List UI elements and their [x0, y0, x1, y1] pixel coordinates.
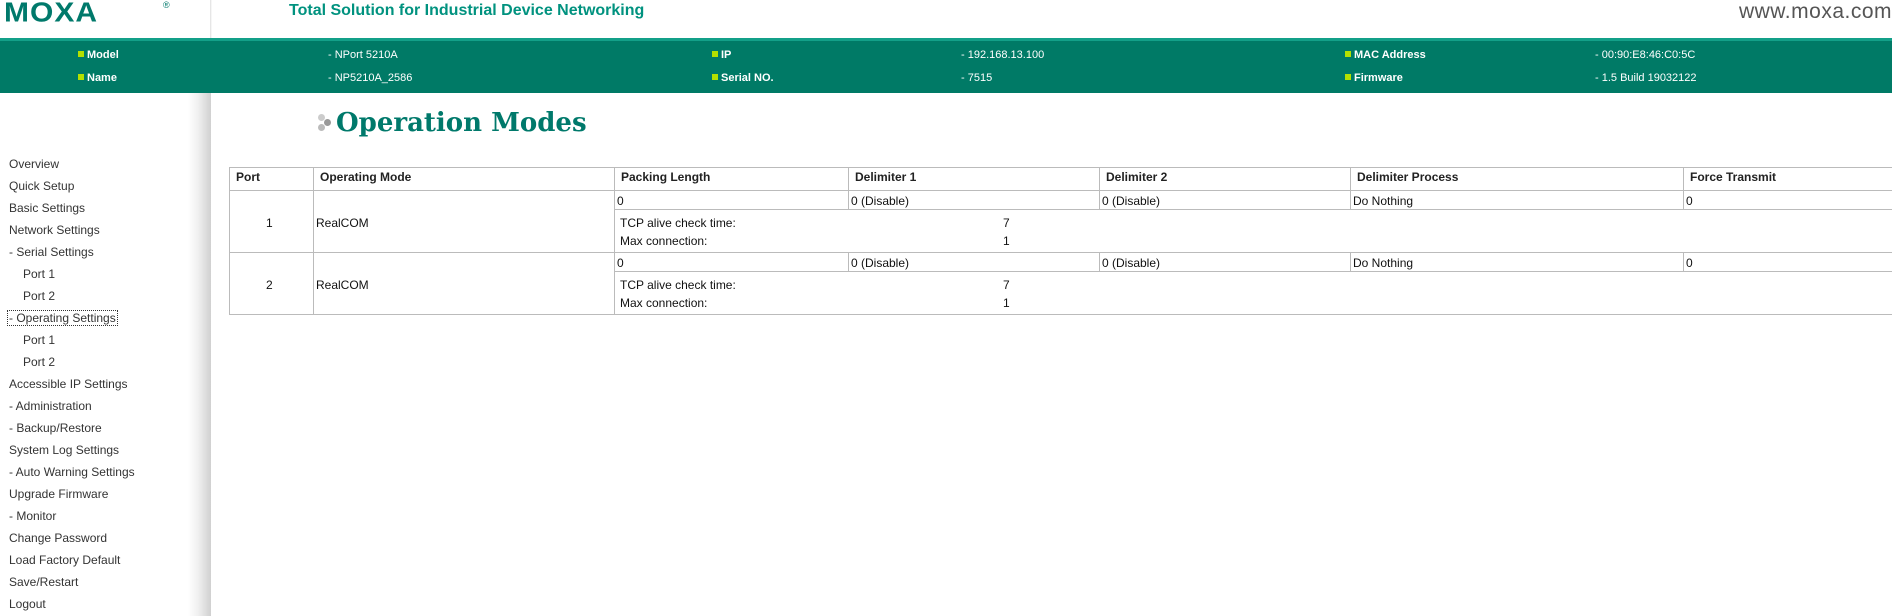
nav-quick-setup[interactable]: Quick Setup [9, 179, 74, 193]
delimiter-1: 0 (Disable) [851, 256, 910, 270]
force-transmit: 0 [1686, 256, 1693, 270]
tcp-alive-value: 7 [1003, 278, 1010, 292]
serial-value: - 7515 [961, 72, 993, 84]
name-label: Name [78, 72, 117, 84]
firmware-label: Firmware [1345, 72, 1403, 84]
header-divider [210, 0, 212, 38]
tcp-alive-label: TCP alive check time: [620, 278, 736, 292]
nav-operating-settings[interactable]: - Operating Settings [7, 310, 118, 326]
serial-label: Serial NO. [712, 72, 774, 84]
max-connection-label: Max connection: [620, 296, 708, 310]
max-connection-label: Max connection: [620, 234, 708, 248]
table-rule [848, 167, 849, 209]
col-header-delimiter-process: Delimiter Process [1357, 170, 1459, 184]
col-header-delimiter-2: Delimiter 2 [1106, 170, 1168, 184]
table-rule [1683, 252, 1684, 271]
site-url-link[interactable]: www.moxa.com [1739, 0, 1892, 24]
nav-backup-restore[interactable]: - Backup/Restore [9, 421, 102, 435]
nav-operating-port-2[interactable]: Port 2 [23, 355, 55, 369]
table-rule [1099, 167, 1100, 209]
model-value: - NPort 5210A [328, 49, 398, 61]
delimiter-1: 0 (Disable) [851, 194, 910, 208]
name-value: - NP5210A_2586 [328, 72, 413, 84]
packing-length: 0 [617, 256, 624, 270]
tcp-alive-value: 7 [1003, 216, 1010, 230]
force-transmit: 0 [1686, 194, 1693, 208]
port-number: 1 [266, 216, 273, 230]
port-number: 2 [266, 278, 273, 292]
nav-serial-port-2[interactable]: Port 2 [23, 289, 55, 303]
nav-system-log[interactable]: System Log Settings [9, 443, 119, 457]
mac-value: - 00:90:E8:46:C0:5C [1595, 49, 1696, 61]
operating-mode-link[interactable]: RealCOM [316, 278, 369, 292]
nav-monitor[interactable]: - Monitor [9, 509, 56, 523]
nav-administration[interactable]: - Administration [9, 399, 92, 413]
table-rule [1350, 167, 1351, 209]
nav-logout[interactable]: Logout [9, 597, 46, 611]
max-connection-value: 1 [1003, 296, 1010, 310]
table-rule [1350, 252, 1351, 271]
table-rule [614, 209, 1892, 210]
firmware-value: - 1.5 Build 19032122 [1595, 72, 1697, 84]
nav-upgrade-firmware[interactable]: Upgrade Firmware [9, 487, 108, 501]
header: MOXA ® Total Solution for Industrial Dev… [0, 0, 1892, 38]
nav-load-factory-default[interactable]: Load Factory Default [9, 553, 120, 567]
col-header-operating-mode: Operating Mode [320, 170, 412, 184]
heading-bullet-icon [318, 114, 336, 132]
nav-network-settings[interactable]: Network Settings [9, 223, 100, 237]
ip-value: - 192.168.13.100 [961, 49, 1045, 61]
table-rule [229, 167, 230, 314]
table-rule [229, 252, 1892, 253]
col-header-packing-length: Packing Length [621, 170, 711, 184]
table-rule [1683, 167, 1684, 209]
col-header-delimiter-1: Delimiter 1 [855, 170, 917, 184]
delimiter-2: 0 (Disable) [1102, 194, 1161, 208]
nav-accessible-ip[interactable]: Accessible IP Settings [9, 377, 128, 391]
sidebar-nav: Overview Quick Setup Basic Settings Netw… [0, 93, 211, 616]
nav-operating-port-1[interactable]: Port 1 [23, 333, 55, 347]
tagline: Total Solution for Industrial Device Net… [289, 2, 645, 19]
ip-label: IP [712, 49, 731, 61]
delimiter-process: Do Nothing [1353, 256, 1414, 270]
table-rule [614, 167, 615, 314]
nav-serial-settings[interactable]: - Serial Settings [9, 245, 94, 259]
nav-basic-settings[interactable]: Basic Settings [9, 201, 85, 215]
max-connection-value: 1 [1003, 234, 1010, 248]
table-rule [1099, 252, 1100, 271]
nav-save-restart[interactable]: Save/Restart [9, 575, 78, 589]
moxa-logo[interactable]: MOXA [4, 0, 98, 29]
tcp-alive-label: TCP alive check time: [620, 216, 736, 230]
table-rule [848, 252, 849, 271]
table-rule [313, 167, 314, 314]
nav-serial-port-1[interactable]: Port 1 [23, 267, 55, 281]
page-title: Operation Modes [336, 108, 587, 138]
delimiter-process: Do Nothing [1353, 194, 1414, 208]
nav-overview[interactable]: Overview [9, 157, 59, 171]
registered-mark: ® [163, 0, 170, 10]
table-rule [229, 167, 1892, 168]
table-rule [614, 271, 1892, 272]
model-label: Model [78, 49, 119, 61]
nav-change-password[interactable]: Change Password [9, 531, 107, 545]
col-header-force-transmit: Force Transmit [1690, 170, 1777, 184]
mac-label: MAC Address [1345, 49, 1426, 61]
col-header-port: Port [236, 170, 260, 184]
device-info-bar: Model - NPort 5210A IP - 192.168.13.100 … [0, 38, 1892, 93]
table-rule [229, 190, 1892, 191]
operating-mode-link[interactable]: RealCOM [316, 216, 369, 230]
table-rule [229, 314, 1892, 315]
nav-auto-warning[interactable]: - Auto Warning Settings [9, 465, 135, 479]
packing-length: 0 [617, 194, 624, 208]
delimiter-2: 0 (Disable) [1102, 256, 1161, 270]
